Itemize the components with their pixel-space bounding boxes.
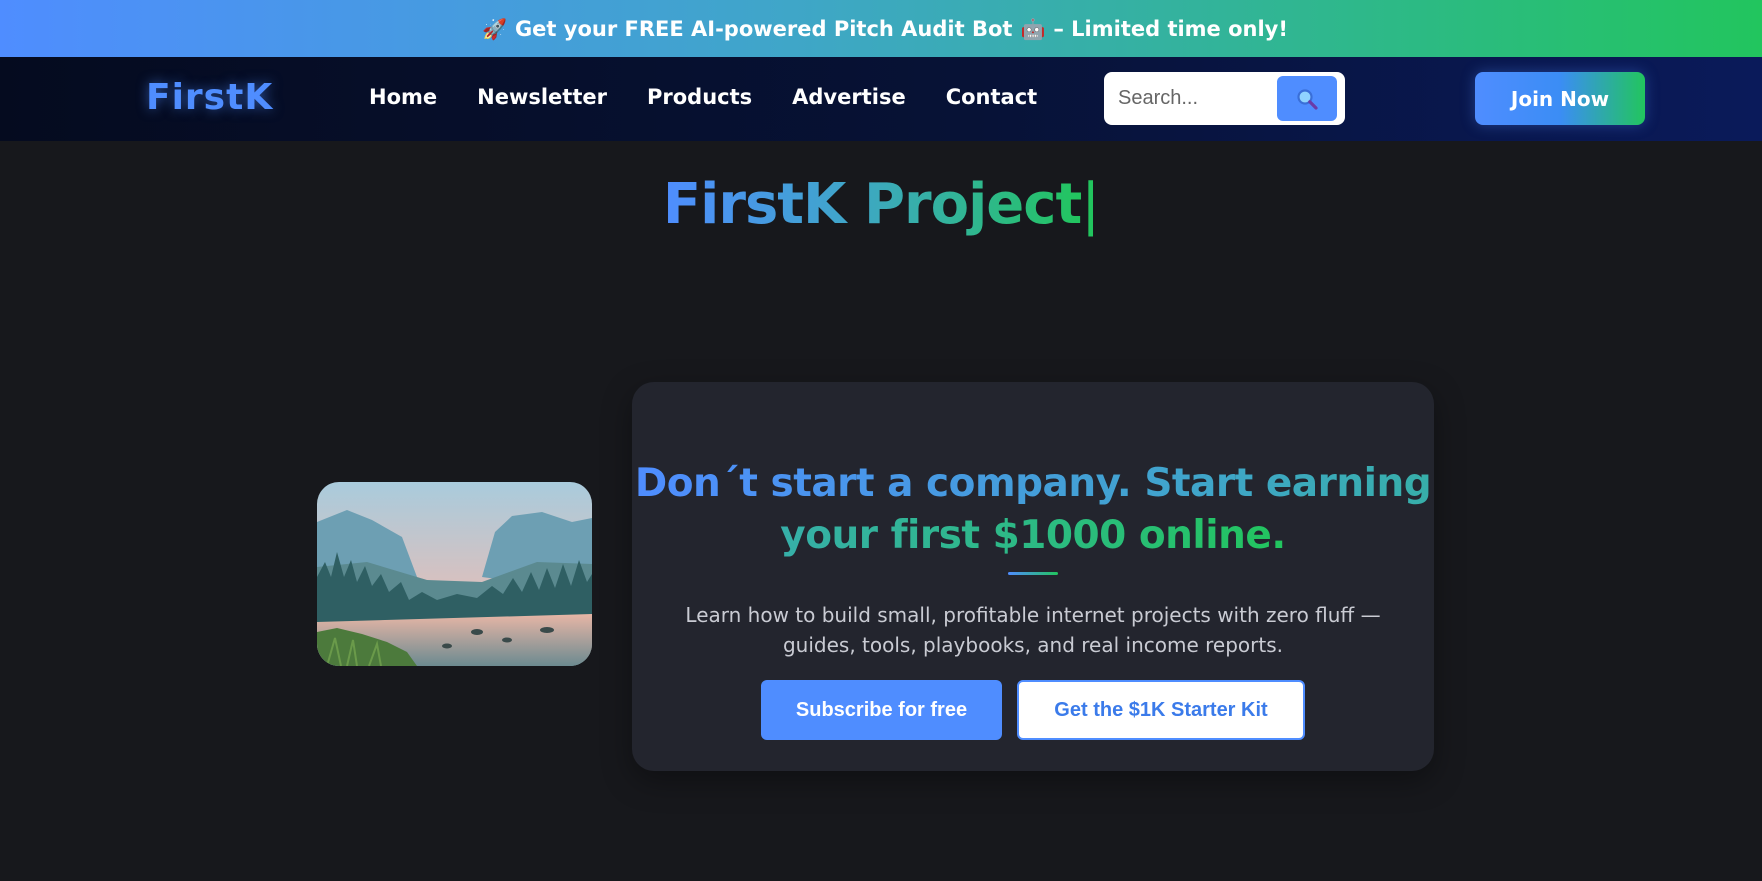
starter-kit-button[interactable]: Get the $1K Starter Kit	[1017, 680, 1305, 740]
nav-link-advertise[interactable]: Advertise	[792, 85, 906, 109]
nav-link-newsletter[interactable]: Newsletter	[477, 85, 607, 109]
search-button[interactable]	[1277, 76, 1337, 121]
robot-icon: 🤖	[1020, 16, 1046, 41]
hero-title: FirstK Project|	[0, 172, 1762, 237]
site-logo[interactable]: FirstK	[146, 77, 273, 118]
join-now-button[interactable]: Join Now	[1475, 72, 1645, 125]
card-heading: Don´t start a company. Start earning you…	[632, 458, 1434, 562]
promo-text: Get your FREE AI-powered Pitch Audit Bot	[514, 16, 1013, 41]
search-box	[1104, 72, 1345, 125]
nav-link-contact[interactable]: Contact	[946, 85, 1038, 109]
search-icon	[1297, 88, 1318, 110]
promo-banner[interactable]: 🚀 Get your FREE AI-powered Pitch Audit B…	[0, 0, 1762, 57]
promo-suffix: – Limited time only!	[1053, 16, 1288, 41]
top-navigation: FirstK Home Newsletter Products Advertis…	[0, 57, 1762, 141]
rocket-icon: 🚀	[482, 16, 507, 41]
card-description: Learn how to build small, profitable int…	[685, 603, 1381, 657]
nav-menu: Home Newsletter Products Advertise Conta…	[369, 85, 1077, 109]
card-heading-text: Don´t start a company. Start earning you…	[634, 461, 1432, 558]
landscape-image	[317, 482, 592, 666]
search-input[interactable]	[1118, 82, 1268, 114]
typing-cursor: |	[1081, 172, 1100, 237]
heading-divider	[1008, 572, 1058, 575]
hero-title-text: FirstK Project	[662, 172, 1082, 237]
hero-card: Don´t start a company. Start earning you…	[632, 382, 1434, 771]
subscribe-button[interactable]: Subscribe for free	[761, 680, 1002, 740]
nav-link-products[interactable]: Products	[647, 85, 752, 109]
nav-link-home[interactable]: Home	[369, 85, 437, 109]
